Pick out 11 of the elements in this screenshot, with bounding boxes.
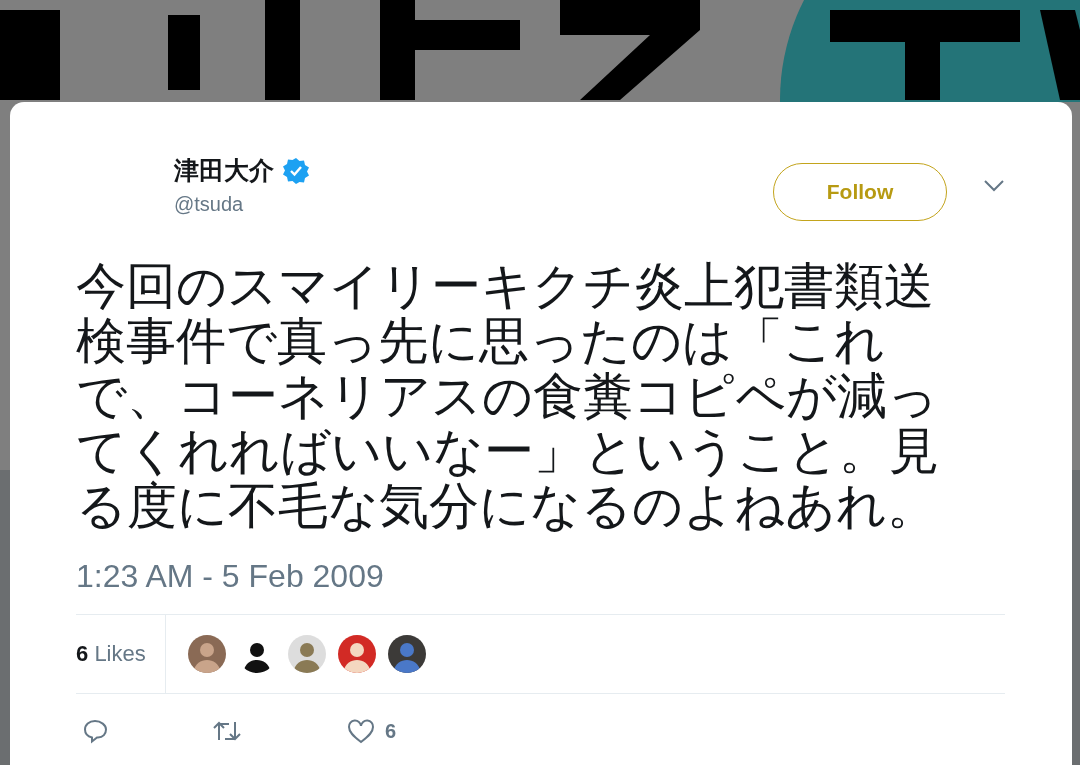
follow-button[interactable]: Follow [773,163,947,221]
heart-icon [347,718,375,744]
chevron-down-icon[interactable] [983,179,1005,193]
likes-count[interactable]: 6 Likes [76,641,165,667]
reply-button[interactable] [82,718,108,744]
like-button[interactable]: 6 [347,718,397,744]
reply-icon [82,718,108,744]
tweet-text: 今回のスマイリーキクチ炎上犯書類送検事件で真っ先に思ったのは「これで、コーネリアスの食糞コピペが減ってくれればいいなー」ということ。見る度に不毛な気分になるのよねあれ。 [76,259,940,534]
author-name[interactable]: 津田大介 [174,154,274,187]
tweet-timestamp[interactable]: 1:23 AM - 5 Feb 2009 [76,558,1005,614]
author-handle[interactable]: @tsuda [174,193,773,216]
